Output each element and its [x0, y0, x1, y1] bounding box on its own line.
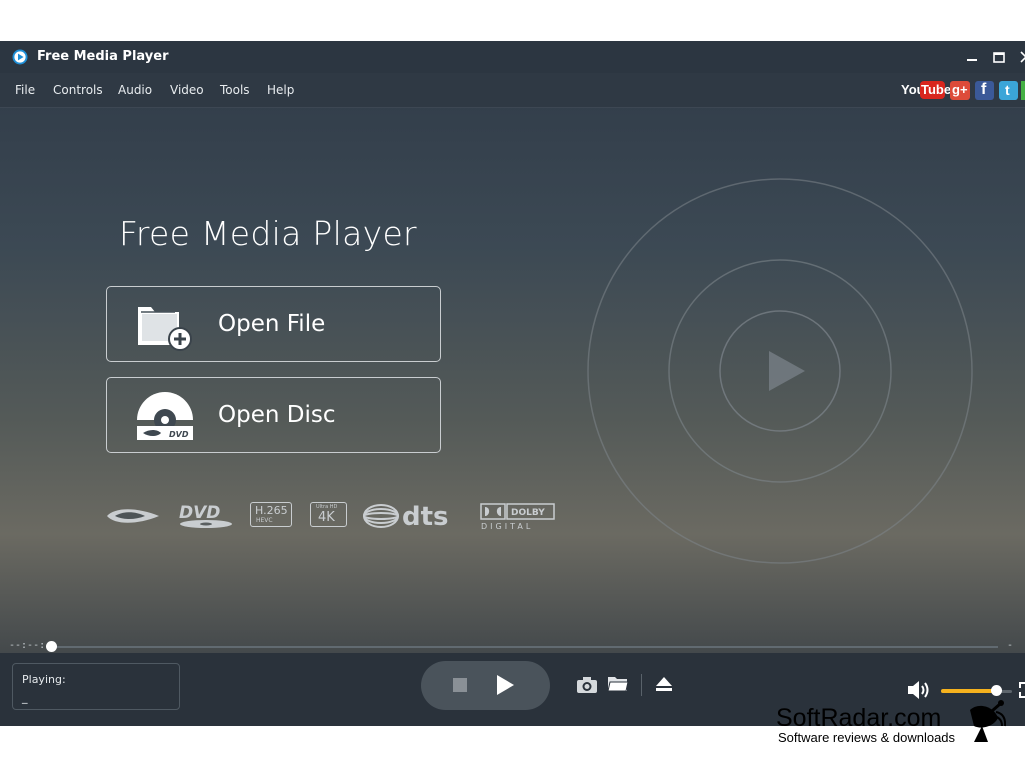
facebook-icon: f	[981, 81, 987, 98]
watermark-sub: Software reviews & downloads	[778, 730, 956, 745]
minimize-button[interactable]	[964, 49, 980, 65]
fullscreen-icon[interactable]	[1019, 682, 1025, 698]
title-bar: Free Media Player	[0, 41, 1025, 73]
bluray-logo-icon	[107, 509, 159, 523]
menu-video[interactable]: Video	[170, 83, 204, 97]
googleplus-button[interactable]: g+	[950, 81, 970, 100]
open-disc-label: Open Disc	[218, 402, 336, 428]
status-box: Playing: _	[12, 663, 180, 710]
h265-logo-top: H.265	[255, 504, 288, 517]
home-title: Free Media Player	[119, 214, 417, 253]
format-logos: DVD H.265 HEVC Ultra HD 4K dts DOLBY DIG…	[105, 501, 565, 531]
dts-logo-icon: dts	[363, 502, 449, 531]
uhd-4k-logo-icon: Ultra HD 4K	[310, 502, 347, 527]
watermark-main: SoftRadar.com	[776, 704, 942, 732]
twitter-icon: t	[1005, 82, 1010, 98]
play-button[interactable]	[493, 673, 517, 697]
dolby-logo-bottom: DIGITAL	[481, 522, 533, 531]
menu-file[interactable]: File	[15, 83, 35, 97]
volume-fill	[941, 689, 996, 693]
disc-play-icon[interactable]	[580, 171, 980, 571]
open-folder-button[interactable]	[607, 675, 629, 693]
menu-help[interactable]: Help	[267, 83, 294, 97]
status-label: Playing:	[22, 673, 66, 686]
open-file-label: Open File	[218, 311, 326, 337]
stop-button[interactable]	[453, 678, 467, 692]
googleplus-icon: g+	[952, 82, 968, 97]
disc-icon: DVD	[137, 392, 193, 440]
window-title: Free Media Player	[37, 49, 169, 64]
minimize-icon	[967, 59, 977, 61]
twitter-button[interactable]: t	[999, 81, 1018, 100]
maximize-icon	[993, 52, 1005, 63]
seek-thumb[interactable]	[46, 641, 57, 652]
menu-bar: File Controls Audio Video Tools Help You…	[0, 73, 1025, 108]
satellite-dish-icon	[970, 700, 1006, 742]
maximize-button[interactable]	[991, 49, 1007, 65]
eject-button[interactable]	[655, 675, 673, 693]
dolby-logo-icon: DOLBY DIGITAL	[480, 503, 555, 531]
open-file-button[interactable]: Open File	[106, 286, 441, 362]
open-disc-button[interactable]: DVD Open Disc	[106, 377, 441, 453]
youtube-tube-text: Tube	[921, 82, 952, 97]
youtube-button[interactable]: You Tube	[900, 81, 951, 101]
volume-thumb[interactable]	[991, 685, 1002, 696]
dvd-logo-text: DVD	[179, 503, 220, 523]
uhd-logo-bottom: 4K	[318, 510, 335, 525]
menu-audio[interactable]: Audio	[118, 83, 152, 97]
app-window: Free Media Player File Controls Audio Vi…	[0, 41, 1025, 726]
dolby-logo-top: DOLBY	[511, 508, 545, 518]
close-button[interactable]	[1018, 49, 1025, 65]
h265-logo-bottom: HEVC	[256, 517, 273, 524]
facebook-button[interactable]: f	[975, 81, 994, 100]
h265-logo-icon: H.265 HEVC	[250, 502, 292, 527]
close-icon	[1020, 51, 1025, 63]
volume-icon[interactable]	[907, 680, 933, 700]
svg-text:DVD: DVD	[169, 430, 189, 439]
dts-logo-text: dts	[402, 502, 449, 531]
snapshot-button[interactable]	[576, 676, 598, 694]
menu-controls[interactable]: Controls	[53, 83, 103, 97]
seek-bar[interactable]	[50, 646, 998, 648]
app-logo-icon	[12, 49, 28, 65]
playback-controls	[421, 661, 550, 710]
menu-tools[interactable]: Tools	[220, 83, 250, 97]
share-icon[interactable]	[1021, 81, 1025, 100]
progress-area: --:--:-- --:	[0, 633, 1025, 662]
separator	[641, 674, 642, 696]
status-value: _	[22, 691, 28, 704]
watermark: SoftRadar.com Software reviews & downloa…	[776, 700, 1016, 750]
dvd-logo-icon: DVD	[179, 503, 232, 528]
folder-add-icon	[138, 307, 192, 351]
